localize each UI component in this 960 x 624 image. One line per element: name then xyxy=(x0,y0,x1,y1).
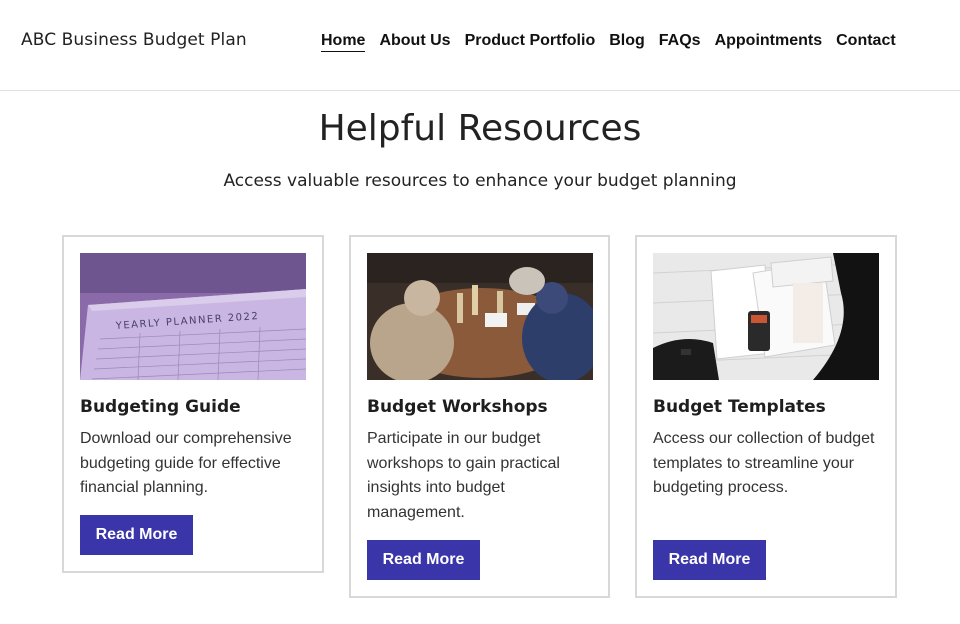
resource-card-budget-templates: Budget Templates Access our collection o… xyxy=(635,235,897,598)
templates-image xyxy=(653,253,879,380)
brand-name[interactable]: ABC Business Budget Plan xyxy=(21,30,247,50)
card-description: Access our collection of budget template… xyxy=(653,430,875,497)
read-more-button[interactable]: Read More xyxy=(653,540,766,580)
resource-card-budget-workshops: Budget Workshops Participate in our budg… xyxy=(349,235,610,598)
card-title: Budgeting Guide xyxy=(80,397,241,417)
nav-about-us[interactable]: About Us xyxy=(379,31,450,52)
card-description: Download our comprehensive budgeting gui… xyxy=(80,430,292,497)
nav-blog[interactable]: Blog xyxy=(609,31,645,52)
nav-product-portfolio[interactable]: Product Portfolio xyxy=(465,31,596,52)
workshop-image xyxy=(367,253,593,380)
main-nav: Home About Us Product Portfolio Blog FAQ… xyxy=(321,31,910,52)
nav-appointments[interactable]: Appointments xyxy=(715,31,823,52)
card-description: Participate in our budget workshops to g… xyxy=(367,430,560,521)
read-more-button[interactable]: Read More xyxy=(80,515,193,555)
page-subtitle: Access valuable resources to enhance you… xyxy=(223,171,737,191)
page-title: Helpful Resources xyxy=(318,108,642,149)
planner-image: YEARLY PLANNER 2022 xyxy=(80,253,306,380)
card-title: Budget Templates xyxy=(653,397,826,417)
nav-faqs[interactable]: FAQs xyxy=(659,31,701,52)
card-title: Budget Workshops xyxy=(367,397,548,417)
nav-home[interactable]: Home xyxy=(321,31,366,52)
site-header: ABC Business Budget Plan Home About Us P… xyxy=(0,0,960,91)
resource-card-budgeting-guide: YEARLY PLANNER 2022 Budgeting Guide Down… xyxy=(62,235,324,573)
read-more-button[interactable]: Read More xyxy=(367,540,480,580)
nav-contact[interactable]: Contact xyxy=(836,31,896,52)
